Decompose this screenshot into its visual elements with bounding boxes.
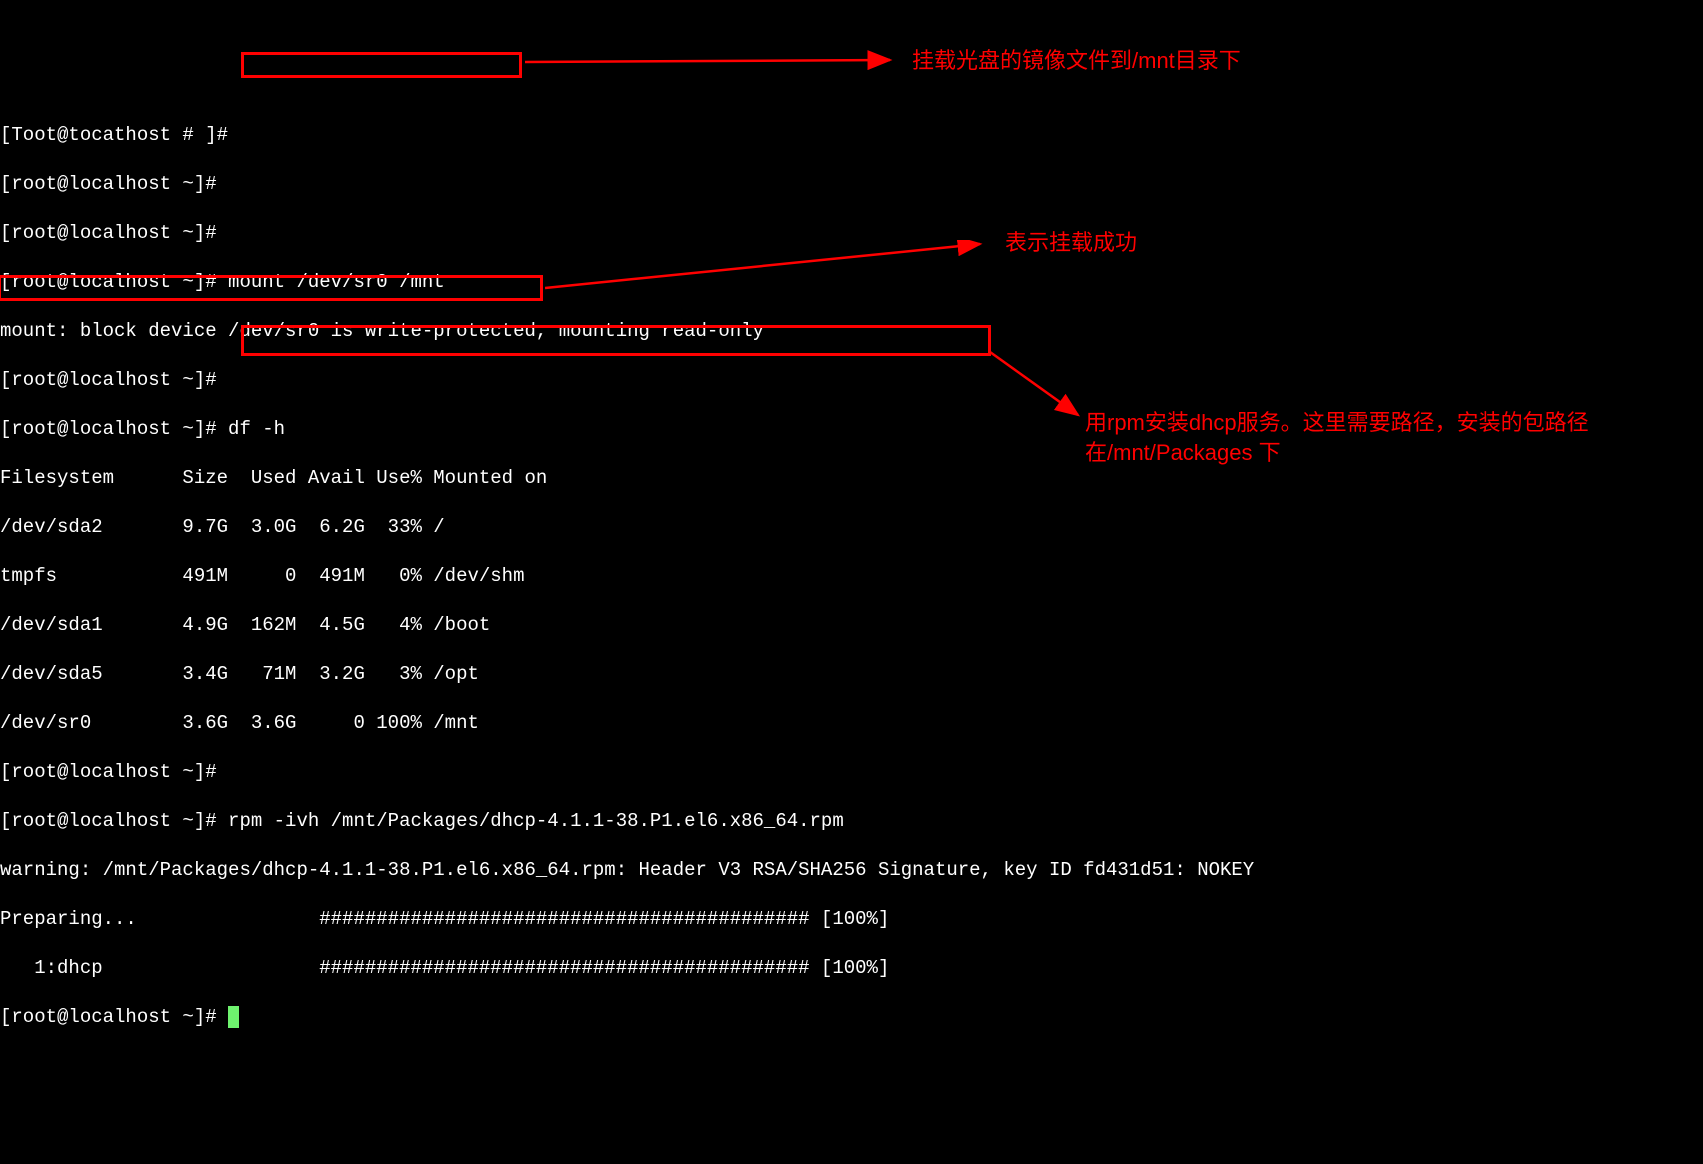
- terminal-line: tmpfs 491M 0 491M 0% /dev/shm: [0, 564, 1703, 589]
- terminal-line: 1:dhcp #################################…: [0, 956, 1703, 981]
- terminal-line: [root@localhost ~]# rpm -ivh /mnt/Packag…: [0, 809, 1703, 834]
- terminal-line: [root@localhost ~]#: [0, 221, 1703, 246]
- terminal-line: /dev/sda5 3.4G 71M 3.2G 3% /opt: [0, 662, 1703, 687]
- terminal-line: /dev/sr0 3.6G 3.6G 0 100% /mnt: [0, 711, 1703, 736]
- terminal-line: [root@localhost ~]#: [0, 368, 1703, 393]
- terminal-line: [root@localhost ~]#: [0, 760, 1703, 785]
- terminal-line: Preparing... ###########################…: [0, 907, 1703, 932]
- terminal-line: [root@localhost ~]# mount /dev/sr0 /mnt: [0, 270, 1703, 295]
- annotation-mount: 挂载光盘的镜像文件到/mnt目录下: [912, 46, 1241, 76]
- cursor: [228, 1006, 239, 1028]
- terminal-line: Filesystem Size Used Avail Use% Mounted …: [0, 466, 1703, 491]
- terminal-line: /dev/sda1 4.9G 162M 4.5G 4% /boot: [0, 613, 1703, 638]
- terminal-line: mount: block device /dev/sr0 is write-pr…: [0, 319, 1703, 344]
- prompt-line: [root@localhost ~]#: [0, 1005, 1703, 1030]
- terminal-line: /dev/sda2 9.7G 3.0G 6.2G 33% /: [0, 515, 1703, 540]
- highlight-mount-command: [241, 52, 522, 78]
- terminal-line: [Toot@tocathost # ]#: [0, 123, 1703, 148]
- arrow-to-annotation-1: [525, 50, 905, 70]
- terminal-line: warning: /mnt/Packages/dhcp-4.1.1-38.P1.…: [0, 858, 1703, 883]
- terminal-output: [Toot@tocathost # ]# [root@localhost ~]#…: [0, 98, 1703, 1054]
- annotation-rpm-install: 用rpm安装dhcp服务。这里需要路径，安装的包路径在/mnt/Packages…: [1085, 408, 1695, 468]
- annotation-mount-success: 表示挂载成功: [1005, 228, 1137, 258]
- terminal-line: [root@localhost ~]#: [0, 172, 1703, 197]
